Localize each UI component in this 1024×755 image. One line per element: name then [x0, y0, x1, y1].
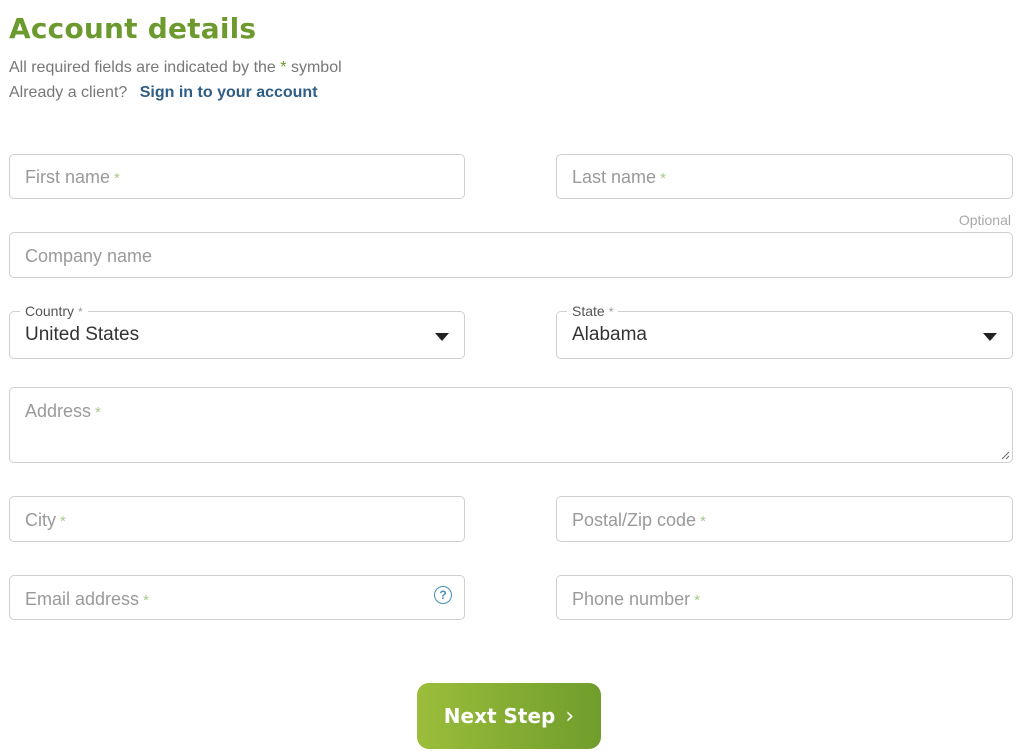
required-star: *	[280, 59, 287, 76]
company-name-field[interactable]: Company name	[9, 232, 1013, 278]
address-placeholder: Address *	[25, 401, 101, 421]
email-placeholder: Email address *	[25, 589, 149, 609]
email-field[interactable]: Email address * ?	[9, 575, 465, 620]
phone-placeholder: Phone number *	[572, 589, 700, 609]
state-value: Alabama	[572, 324, 647, 345]
address-textarea[interactable]: Address *	[9, 387, 1013, 463]
already-client-text: Already a client?	[9, 84, 128, 101]
signin-prompt: Already a client? Sign in to your accoun…	[9, 84, 318, 102]
phone-field[interactable]: Phone number *	[556, 575, 1013, 620]
postal-code-placeholder: Postal/Zip code *	[572, 510, 706, 530]
next-step-label: Next Step	[443, 704, 556, 728]
question-circle-icon[interactable]: ?	[434, 586, 452, 604]
first-name-field[interactable]: First name *	[9, 154, 465, 199]
country-select[interactable]: Country * United States	[9, 303, 465, 359]
last-name-placeholder: Last name *	[572, 167, 666, 187]
signin-link[interactable]: Sign in to your account	[140, 84, 318, 101]
resize-handle-icon[interactable]	[1000, 450, 1010, 460]
caret-down-icon	[983, 333, 997, 341]
country-label: Country *	[20, 303, 88, 319]
chevron-right-icon: ›	[565, 703, 575, 729]
required-note-prefix: All required fields are indicated by the	[9, 59, 276, 76]
state-label: State *	[567, 303, 619, 319]
city-field[interactable]: City *	[9, 496, 465, 542]
caret-down-icon	[435, 333, 449, 341]
country-value: United States	[25, 324, 140, 345]
required-fields-note: All required fields are indicated by the…	[9, 59, 342, 77]
city-placeholder: City *	[25, 510, 66, 530]
first-name-placeholder: First name *	[25, 167, 120, 187]
next-step-button[interactable]: Next Step ›	[417, 683, 601, 749]
page-title: Account details	[9, 12, 257, 45]
state-select[interactable]: State * Alabama	[556, 303, 1013, 359]
required-note-suffix: symbol	[290, 59, 342, 76]
optional-label: Optional	[958, 212, 1011, 228]
postal-code-field[interactable]: Postal/Zip code *	[556, 496, 1013, 542]
last-name-field[interactable]: Last name *	[556, 154, 1013, 199]
company-name-placeholder: Company name	[25, 246, 153, 266]
